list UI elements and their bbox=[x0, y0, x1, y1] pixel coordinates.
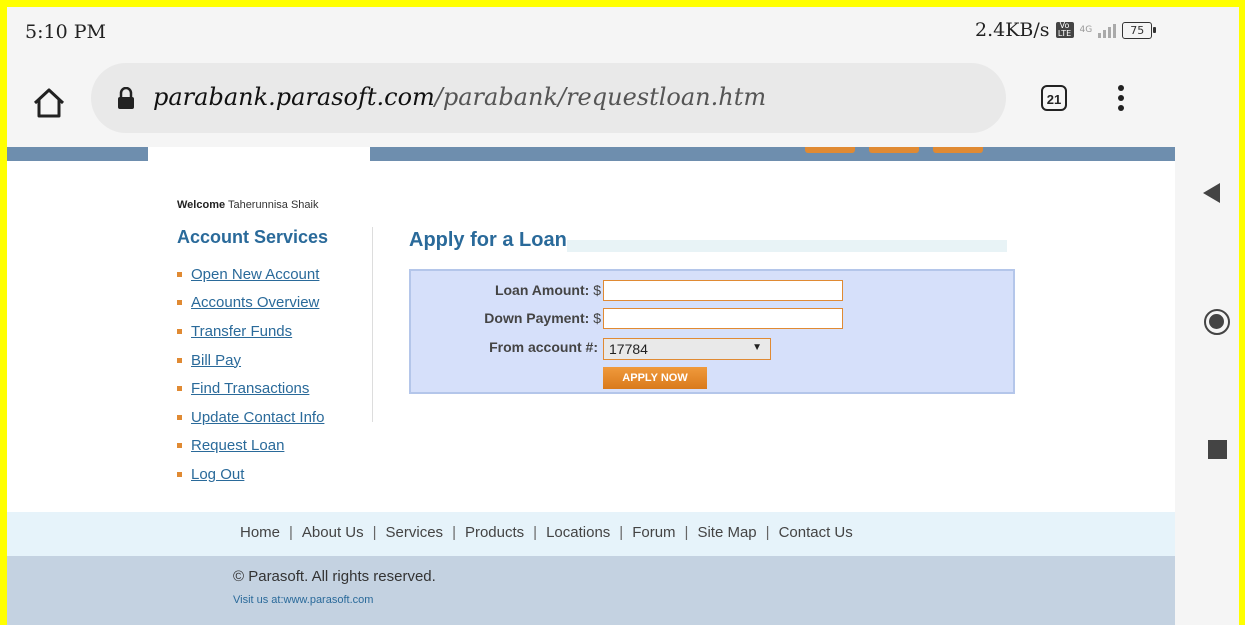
log-out-link[interactable]: Log Out bbox=[191, 466, 244, 483]
menu-item-update-contact-info: Update Contact Info bbox=[177, 403, 324, 432]
menu-item-accounts-overview: Accounts Overview bbox=[177, 289, 324, 318]
user-name: Taherunnisa Shaik bbox=[227, 199, 319, 211]
footer-links: Home | About Us | Services | Products | Location… bbox=[240, 524, 853, 541]
down-payment-label: Down Payment: $ bbox=[484, 310, 601, 326]
account-services-menu: Open New Account Accounts Overview Trans… bbox=[177, 260, 324, 489]
web-page: Welcome Taherunnisa Shaik Account Servic… bbox=[7, 147, 1175, 625]
header-tab[interactable] bbox=[869, 147, 919, 153]
footer-nav: Home | About Us | Services | Products | Location… bbox=[7, 512, 1175, 556]
header-banner bbox=[7, 147, 1175, 161]
header-tab[interactable] bbox=[805, 147, 855, 153]
from-account-value: 17784 bbox=[609, 341, 648, 357]
footer-copyright-area: © Parasoft. All rights reserved. Visit u… bbox=[7, 556, 1175, 625]
menu-item-open-new-account: Open New Account bbox=[177, 260, 324, 289]
currency-symbol: $ bbox=[593, 310, 601, 326]
update-contact-info-link[interactable]: Update Contact Info bbox=[191, 409, 324, 426]
network-speed: 2.4KB/s bbox=[975, 19, 1050, 41]
menu-item-request-loan: Request Loan bbox=[177, 432, 324, 461]
overflow-menu-icon[interactable] bbox=[1111, 81, 1131, 121]
request-loan-link[interactable]: Request Loan bbox=[191, 437, 284, 454]
accounts-overview-link[interactable]: Accounts Overview bbox=[191, 294, 319, 311]
bullet-icon bbox=[177, 300, 182, 306]
footer-link-home[interactable]: Home bbox=[240, 524, 280, 541]
url-host: parabank.parasoft.com bbox=[153, 83, 435, 111]
back-icon[interactable] bbox=[1203, 183, 1220, 203]
recents-icon[interactable] bbox=[1208, 440, 1227, 459]
welcome-text: Welcome Taherunnisa Shaik bbox=[177, 199, 318, 211]
battery-icon: 75 bbox=[1122, 21, 1157, 39]
signal-icon bbox=[1098, 22, 1117, 38]
currency-symbol: $ bbox=[593, 282, 601, 298]
welcome-prefix: Welcome bbox=[177, 199, 226, 211]
footer-link-products[interactable]: Products bbox=[465, 524, 524, 541]
apply-now-button[interactable]: APPLY NOW bbox=[603, 367, 707, 389]
from-account-label: From account #: bbox=[489, 339, 598, 355]
url-path: /parabank/requestloan.htm bbox=[434, 83, 767, 111]
sidebar-divider bbox=[372, 227, 373, 422]
find-transactions-link[interactable]: Find Transactions bbox=[191, 380, 309, 397]
account-services-title: Account Services bbox=[177, 227, 329, 247]
footer-link-site-map[interactable]: Site Map bbox=[697, 524, 756, 541]
bullet-icon bbox=[177, 357, 182, 363]
footer-link-about-us[interactable]: About Us bbox=[302, 524, 364, 541]
status-indicators: 2.4KB/s Vo LTE 4G 75 bbox=[975, 19, 1157, 41]
down-payment-input[interactable] bbox=[603, 308, 843, 329]
footer-link-services[interactable]: Services bbox=[386, 524, 444, 541]
copyright-text: © Parasoft. All rights reserved. bbox=[233, 568, 436, 585]
bullet-icon bbox=[177, 328, 182, 334]
bullet-icon bbox=[177, 443, 182, 449]
signal-label: 4G bbox=[1079, 25, 1093, 35]
dropdown-arrow-icon: ▼ bbox=[752, 342, 762, 353]
menu-item-transfer-funds: Transfer Funds bbox=[177, 317, 324, 346]
phone-screen: 5:10 PM 2.4KB/s Vo LTE 4G 75 parabank.pa… bbox=[7, 7, 1239, 625]
status-time: 5:10 PM bbox=[25, 21, 106, 43]
menu-item-find-transactions: Find Transactions bbox=[177, 374, 324, 403]
menu-item-bill-pay: Bill Pay bbox=[177, 346, 324, 375]
tabs-button[interactable]: 21 bbox=[1041, 85, 1067, 111]
open-new-account-link[interactable]: Open New Account bbox=[191, 266, 319, 283]
home-icon[interactable] bbox=[31, 85, 67, 121]
bill-pay-link[interactable]: Bill Pay bbox=[191, 352, 241, 369]
footer-link-locations[interactable]: Locations bbox=[546, 524, 610, 541]
visit-us-link[interactable]: Visit us at:www.parasoft.com bbox=[233, 594, 373, 606]
bullet-icon bbox=[177, 271, 182, 277]
from-account-select[interactable]: 17784 ▼ bbox=[603, 338, 771, 360]
loan-form: Loan Amount: $ Down Payment: $ From acco… bbox=[409, 269, 1015, 394]
loan-amount-label: Loan Amount: $ bbox=[494, 282, 601, 298]
loan-amount-input[interactable] bbox=[603, 280, 843, 301]
transfer-funds-link[interactable]: Transfer Funds bbox=[191, 323, 292, 340]
url-text[interactable]: parabank.parasoft.com/parabank/requestlo… bbox=[153, 83, 766, 111]
title-underline bbox=[567, 240, 1007, 252]
lock-icon bbox=[118, 87, 134, 109]
page-title: Apply for a Loan bbox=[409, 229, 567, 251]
menu-item-log-out: Log Out bbox=[177, 460, 324, 489]
footer-link-contact-us[interactable]: Contact Us bbox=[779, 524, 853, 541]
bullet-icon bbox=[177, 471, 182, 477]
footer-link-forum[interactable]: Forum bbox=[632, 524, 675, 541]
header-tab[interactable] bbox=[933, 147, 983, 153]
bullet-icon bbox=[177, 414, 182, 420]
bullet-icon bbox=[177, 386, 182, 392]
nav-home-icon[interactable] bbox=[1204, 309, 1230, 335]
volte-icon: Vo LTE bbox=[1055, 22, 1074, 38]
address-bar[interactable]: parabank.parasoft.com/parabank/requestlo… bbox=[91, 63, 1006, 133]
